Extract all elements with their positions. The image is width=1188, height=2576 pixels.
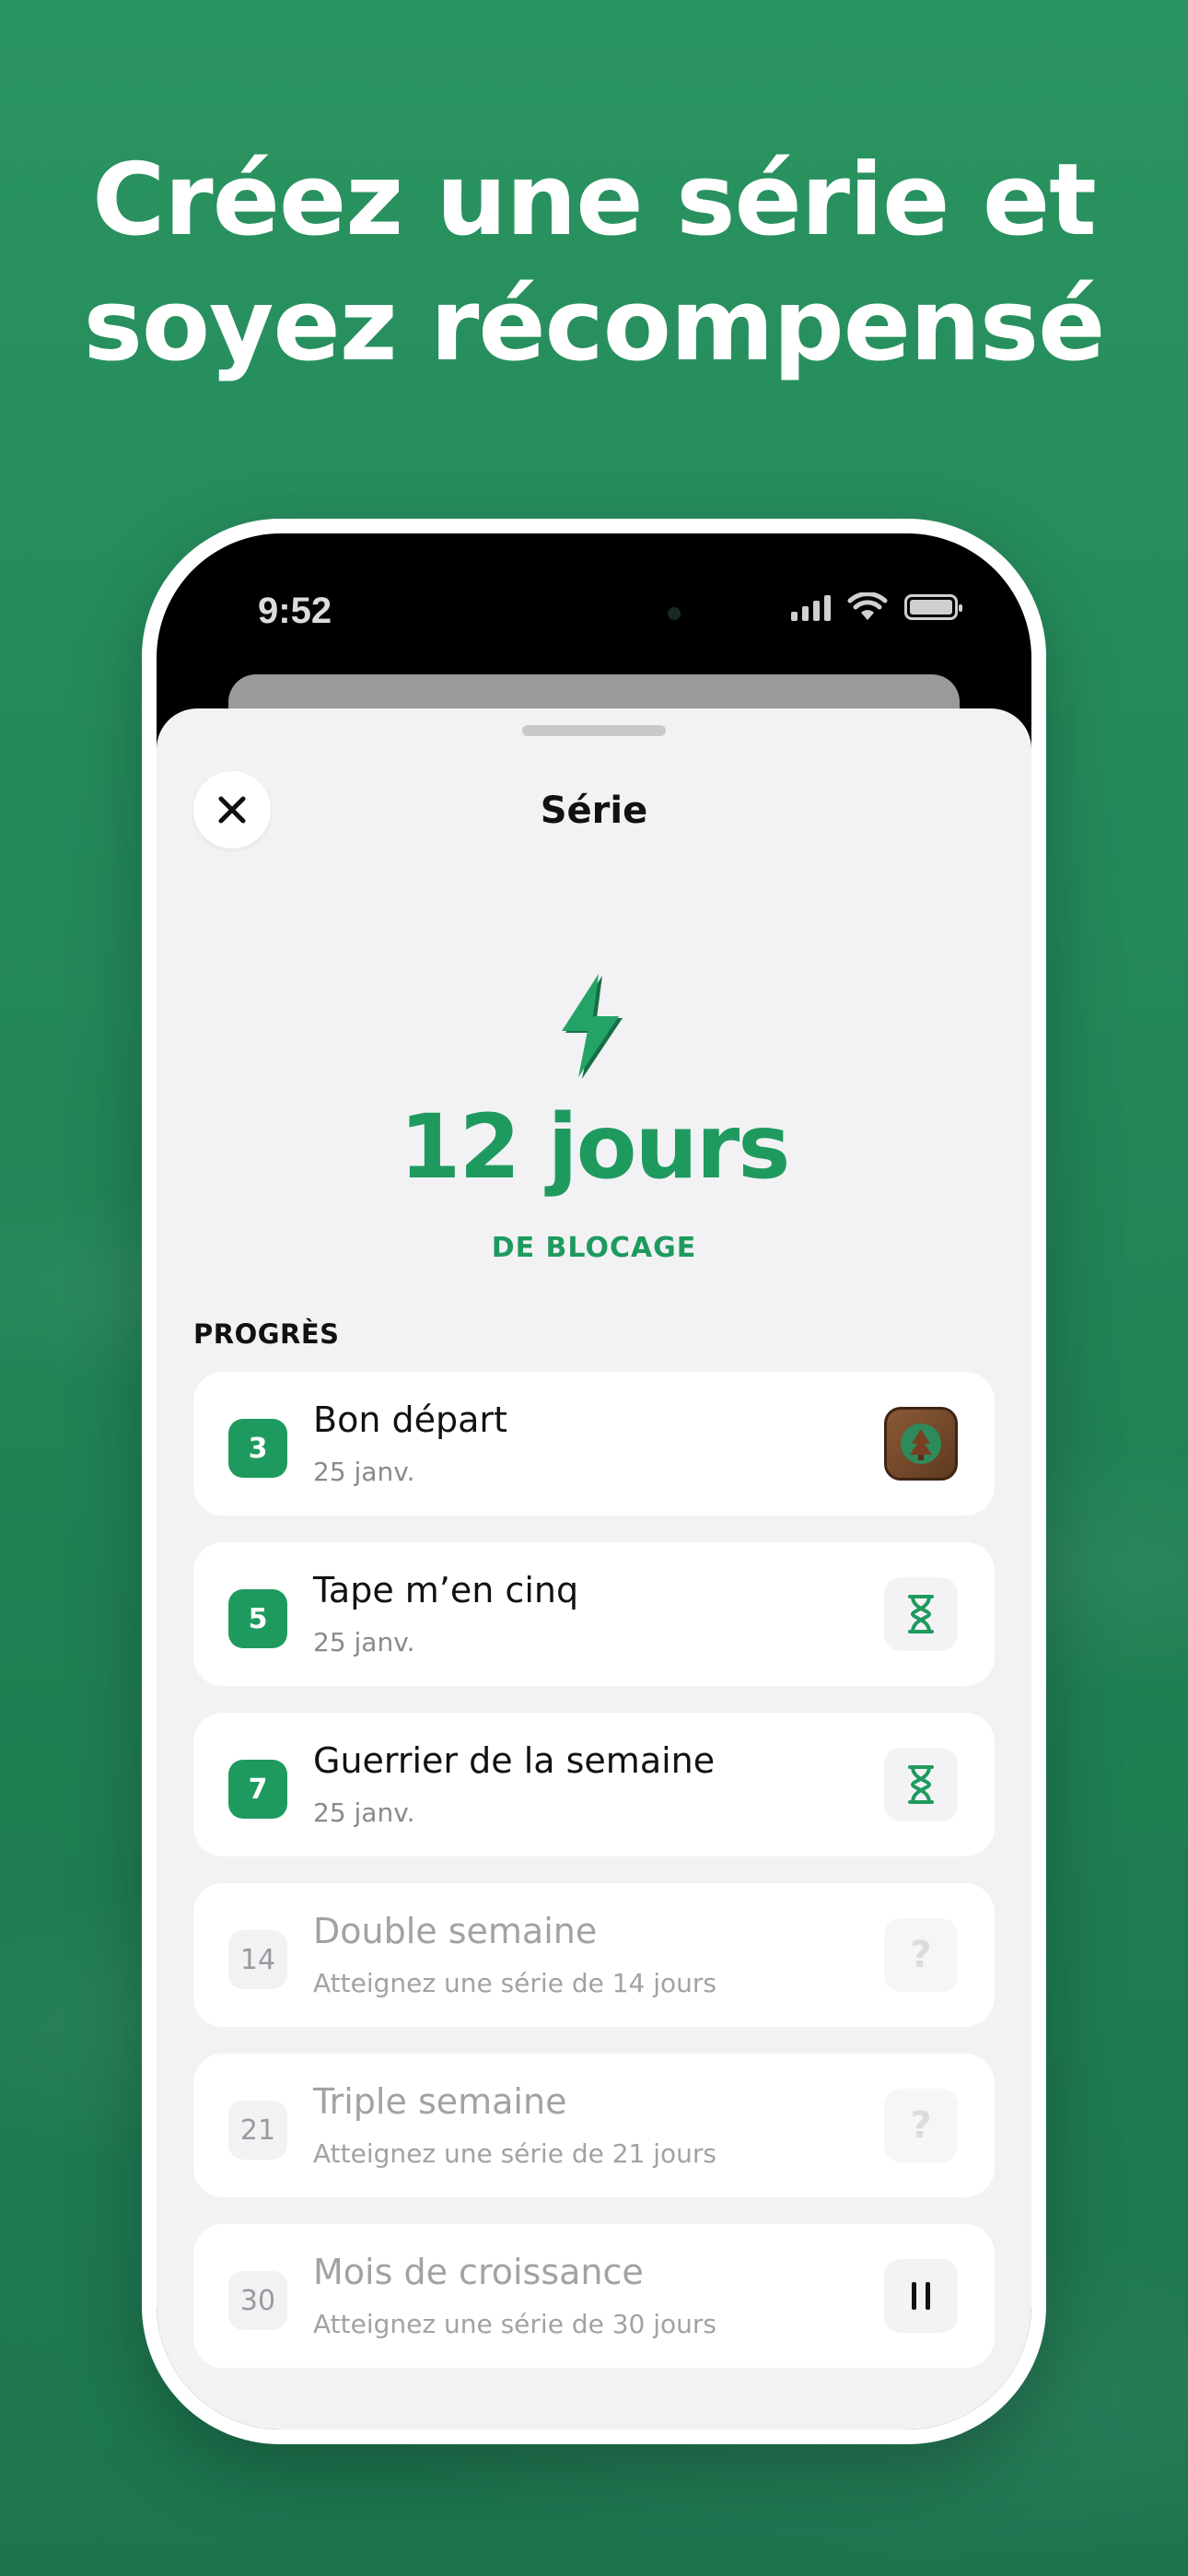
tree-icon bbox=[901, 1423, 941, 1464]
status-bar: 9:52 bbox=[157, 533, 1031, 672]
sheet-grabber[interactable] bbox=[522, 725, 666, 736]
camera-dot bbox=[668, 607, 681, 620]
question-icon: ? bbox=[884, 2089, 958, 2162]
hourglass-button[interactable] bbox=[884, 1577, 958, 1651]
hourglass-icon bbox=[908, 1595, 934, 1633]
phone-frame: 9:52 Série 12 jours DE BLOCAGE PROGRÈS 3… bbox=[142, 519, 1046, 2444]
milestone-card[interactable]: 7 Guerrier de la semaine 25 janv. bbox=[193, 1713, 995, 1856]
headline-line-2: soyez récompensé bbox=[83, 268, 1106, 383]
milestone-requirement: Atteignez une série de 21 jours bbox=[313, 2138, 717, 2169]
milestone-day-badge: 14 bbox=[228, 1930, 287, 1989]
milestone-title: Guerrier de la semaine bbox=[313, 1740, 716, 1781]
milestone-title: Bon départ bbox=[313, 1399, 507, 1440]
streak-sheet: Série 12 jours DE BLOCAGE PROGRÈS 3 Bon … bbox=[157, 708, 1031, 2430]
milestone-day-badge: 3 bbox=[228, 1419, 287, 1478]
milestone-day-badge: 5 bbox=[228, 1589, 287, 1648]
question-icon: ? bbox=[884, 1918, 958, 1992]
milestone-title: Tape m’en cinq bbox=[313, 1570, 579, 1610]
status-icons bbox=[791, 592, 962, 622]
pause-icon bbox=[912, 2282, 930, 2310]
hourglass-button[interactable] bbox=[884, 1748, 958, 1821]
question-mark: ? bbox=[910, 2104, 932, 2147]
promo-headline: Créez une série et soyez récompensé bbox=[0, 138, 1188, 389]
milestone-day-badge: 7 bbox=[228, 1760, 287, 1819]
streak-subtitle: DE BLOCAGE bbox=[491, 1232, 697, 1264]
question-mark: ? bbox=[910, 1934, 932, 1976]
cellular-signal-icon bbox=[791, 593, 831, 621]
milestone-date: 25 janv. bbox=[313, 1797, 415, 1828]
battery-icon bbox=[904, 594, 962, 620]
milestone-day-badge: 21 bbox=[228, 2101, 287, 2160]
milestone-title: Mois de croissance bbox=[313, 2252, 644, 2292]
reward-tree-icon[interactable] bbox=[884, 1407, 958, 1481]
milestone-day-badge: 30 bbox=[228, 2271, 287, 2330]
milestone-list: 3 Bon départ 25 janv. 5 Tape m’en cinq 2… bbox=[193, 1372, 995, 2395]
phone-screen: 9:52 Série 12 jours DE BLOCAGE PROGRÈS 3… bbox=[157, 533, 1031, 2430]
progress-section-label: PROGRÈS bbox=[193, 1318, 340, 1350]
sheet-title: Série bbox=[540, 790, 648, 832]
streak-count: 12 jours bbox=[399, 1095, 791, 1199]
headline-line-1: Créez une série et bbox=[92, 143, 1097, 258]
milestone-card[interactable]: 3 Bon départ 25 janv. bbox=[193, 1372, 995, 1516]
milestone-card-locked[interactable]: 21 Triple semaine Atteignez une série de… bbox=[193, 2054, 995, 2197]
milestone-card-locked[interactable]: 30 Mois de croissance Atteignez une séri… bbox=[193, 2224, 995, 2368]
milestone-card[interactable]: 5 Tape m’en cinq 25 janv. bbox=[193, 1542, 995, 1686]
lightning-bolt-icon bbox=[562, 974, 623, 1079]
hourglass-icon bbox=[908, 1765, 934, 1804]
milestone-requirement: Atteignez une série de 30 jours bbox=[313, 2309, 717, 2339]
milestone-title: Triple semaine bbox=[313, 2081, 567, 2122]
milestone-card-locked[interactable]: 14 Double semaine Atteignez une série de… bbox=[193, 1883, 995, 2027]
milestone-date: 25 janv. bbox=[313, 1457, 415, 1487]
milestone-title: Double semaine bbox=[313, 1911, 598, 1951]
milestone-requirement: Atteignez une série de 14 jours bbox=[313, 1968, 717, 1998]
milestone-date: 25 janv. bbox=[313, 1627, 415, 1657]
pause-button[interactable] bbox=[884, 2259, 958, 2333]
wifi-icon bbox=[847, 592, 888, 620]
status-time: 9:52 bbox=[258, 591, 332, 631]
